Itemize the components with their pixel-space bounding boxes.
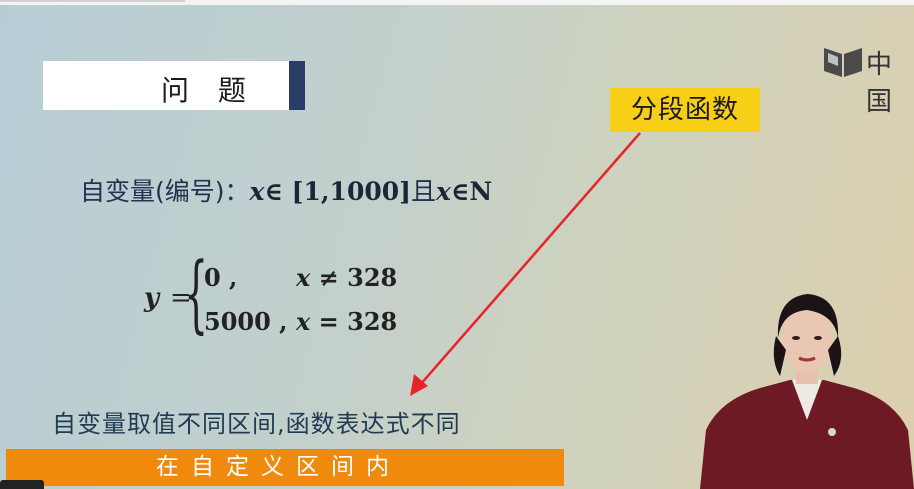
case1-condition: x ≠ 328 bbox=[296, 263, 397, 292]
case2-value: 5000 , bbox=[204, 307, 288, 336]
domain-conjunction: 且 bbox=[410, 177, 436, 206]
title-box: 问 题 bbox=[43, 61, 305, 110]
formula-lhs: y bbox=[144, 283, 160, 313]
logo-text: 中国 bbox=[866, 50, 893, 117]
piecewise-formula: y = { 0 , x ≠ 328 5000 , x = 328 bbox=[140, 251, 420, 345]
slide-title: 问 题 bbox=[161, 74, 256, 107]
channel-logo: 中国 bbox=[822, 44, 914, 117]
case2-var: x bbox=[296, 307, 311, 336]
top-strip bbox=[0, 0, 914, 5]
case2-condition: x = 328 bbox=[296, 307, 397, 336]
case1-cond: ≠ 328 bbox=[310, 263, 398, 292]
book-logo-icon bbox=[824, 48, 862, 77]
topic-tag: 分段函数 bbox=[610, 88, 760, 132]
bottom-banner: 在自定义区间内 bbox=[6, 449, 564, 486]
case1-value: 0 , bbox=[204, 263, 238, 292]
case2-cond: = 328 bbox=[310, 307, 398, 336]
domain-var-2: x bbox=[435, 177, 451, 206]
domain-var-1: x bbox=[249, 177, 265, 206]
domain-statement: 自变量(编号)：x∈ [1,1000]且x∈N bbox=[80, 172, 492, 208]
explanation-note: 自变量取值不同区间,函数表达式不同 bbox=[52, 410, 461, 438]
corner-control bbox=[0, 480, 44, 489]
case1-var: x bbox=[296, 263, 311, 292]
domain-set-2: ∈N bbox=[450, 177, 493, 206]
title-accent-bar bbox=[289, 61, 305, 110]
domain-set-1: ∈ [1,1000] bbox=[264, 177, 411, 206]
presenter-image bbox=[700, 294, 914, 489]
top-strip-line bbox=[0, 0, 185, 2]
domain-label: 自变量(编号)： bbox=[80, 177, 250, 206]
